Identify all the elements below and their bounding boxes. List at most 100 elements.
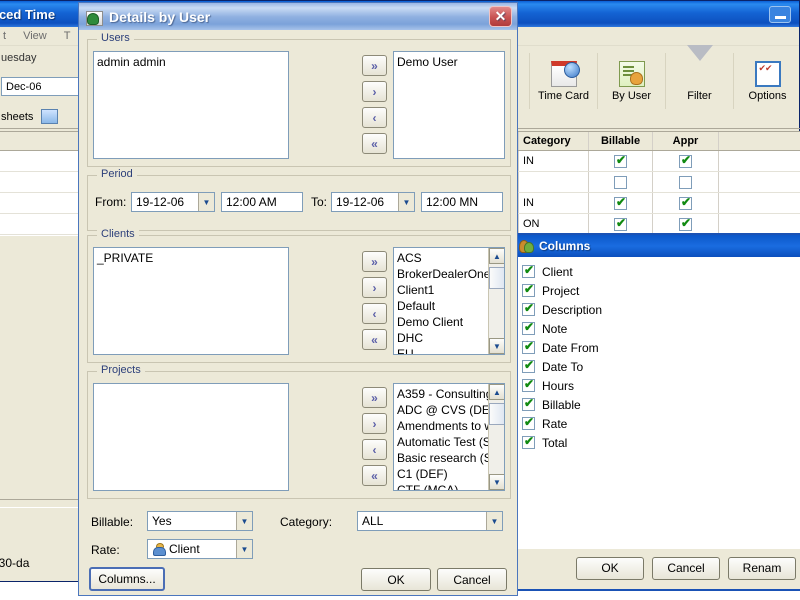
list-item[interactable]: ADC @ CVS (DEMO): [397, 402, 504, 418]
list-item[interactable]: Default: [397, 298, 487, 314]
users-available-list[interactable]: admin admin: [93, 51, 289, 159]
period-from-time-field[interactable]: 12:00 AM: [221, 192, 303, 212]
users-add-one-button[interactable]: ›: [362, 81, 387, 102]
minimize-button[interactable]: [769, 6, 791, 23]
list-item[interactable]: Basic research (SI): [397, 450, 499, 466]
column-item-client[interactable]: Client: [522, 262, 800, 281]
cell-approved[interactable]: [653, 151, 719, 171]
scrollbar-thumb[interactable]: [489, 403, 504, 425]
clients-remove-all-button[interactable]: «: [362, 329, 387, 350]
clients-available-list[interactable]: ACS BrokerDealerOne Client1 Default Demo…: [393, 247, 505, 355]
menu-item-0[interactable]: t: [3, 30, 6, 42]
list-item[interactable]: admin admin: [97, 54, 288, 70]
column-item-hours[interactable]: Hours: [522, 376, 800, 395]
projects-scrollbar[interactable]: ▲ ▼: [488, 384, 504, 490]
scroll-down-icon[interactable]: ▼: [489, 474, 504, 490]
column-item-description[interactable]: Description: [522, 300, 800, 319]
checkbox-billable[interactable]: [614, 153, 627, 168]
ok-button[interactable]: OK: [361, 568, 431, 591]
scroll-up-icon[interactable]: ▲: [489, 384, 504, 400]
period-to-date-combo[interactable]: 19-12-06 ▼: [331, 192, 415, 212]
list-item[interactable]: A359 - Consulting (EU): [397, 386, 504, 402]
column-item-rate[interactable]: Rate: [522, 414, 800, 433]
rate-combo[interactable]: Client ▼: [147, 539, 253, 559]
scroll-up-icon[interactable]: ▲: [489, 248, 504, 264]
checkbox-approved[interactable]: [679, 216, 692, 231]
checkbox-approved[interactable]: [679, 175, 692, 189]
period-from-date-combo[interactable]: 19-12-06 ▼: [131, 192, 215, 212]
columns-button[interactable]: Columns...: [89, 567, 165, 591]
calendar-icon[interactable]: [41, 109, 59, 124]
grid-header-category[interactable]: Category: [519, 132, 589, 150]
checkbox-date-to[interactable]: [522, 358, 535, 373]
users-add-all-button[interactable]: »: [362, 55, 387, 76]
projects-remove-all-button[interactable]: «: [362, 465, 387, 486]
columns-ok-button[interactable]: OK: [576, 556, 644, 580]
list-item[interactable]: Automatic Test (SI): [397, 434, 498, 450]
column-item-project[interactable]: Project: [522, 281, 800, 300]
menu-item-2[interactable]: T: [64, 30, 71, 42]
toolbar-button-by-user[interactable]: By User: [597, 53, 665, 109]
grid-header-billable[interactable]: Billable: [589, 132, 653, 150]
menu-item-view[interactable]: View: [23, 30, 47, 42]
users-selected-list[interactable]: Demo User: [393, 51, 505, 159]
clients-add-all-button[interactable]: »: [362, 251, 387, 272]
checkbox-total[interactable]: [522, 434, 535, 449]
checkbox-date-from[interactable]: [522, 339, 535, 354]
checkbox-approved[interactable]: [679, 153, 692, 168]
cell-billable[interactable]: [589, 172, 653, 192]
list-item[interactable]: BrokerDealerOne: [397, 266, 490, 282]
projects-selected-list[interactable]: [93, 383, 289, 491]
columns-cancel-button[interactable]: Cancel: [652, 556, 720, 580]
period-to-time-field[interactable]: 12:00 MN: [421, 192, 503, 212]
toolbar-button-options[interactable]: Options: [733, 53, 800, 109]
checkbox-billable[interactable]: [614, 216, 627, 231]
list-item[interactable]: _PRIVATE: [97, 250, 288, 266]
clients-selected-list[interactable]: _PRIVATE: [93, 247, 289, 355]
clients-scrollbar[interactable]: ▲ ▼: [488, 248, 504, 354]
toolbar-button-filter[interactable]: Filter: [665, 44, 733, 109]
checkbox-note[interactable]: [522, 320, 535, 335]
projects-add-all-button[interactable]: »: [362, 387, 387, 408]
close-icon[interactable]: ✕: [489, 6, 512, 27]
column-item-date-from[interactable]: Date From: [522, 338, 800, 357]
checkbox-client[interactable]: [522, 263, 535, 278]
list-item[interactable]: DHC: [397, 330, 487, 346]
cell-approved[interactable]: [653, 214, 719, 234]
checkbox-project[interactable]: [522, 282, 535, 297]
checkbox-hours[interactable]: [522, 377, 535, 392]
cell-billable[interactable]: [589, 193, 653, 213]
cell-approved[interactable]: [653, 172, 719, 192]
list-item[interactable]: Demo Client: [397, 314, 487, 330]
users-remove-all-button[interactable]: «: [362, 133, 387, 154]
list-item[interactable]: Client1: [397, 282, 487, 298]
clients-remove-one-button[interactable]: ‹: [362, 303, 387, 324]
list-item[interactable]: C1 (DEF): [397, 466, 487, 482]
clients-add-one-button[interactable]: ›: [362, 277, 387, 298]
list-item[interactable]: Demo User: [397, 54, 504, 70]
list-item[interactable]: ACS: [397, 250, 487, 266]
category-combo[interactable]: ALL ▼: [357, 511, 503, 531]
cancel-button[interactable]: Cancel: [437, 568, 507, 591]
projects-remove-one-button[interactable]: ‹: [362, 439, 387, 460]
column-item-billable[interactable]: Billable: [522, 395, 800, 414]
list-item[interactable]: CTF (MCA): [397, 482, 487, 490]
cell-billable[interactable]: [589, 214, 653, 234]
list-item[interactable]: Amendments to website (TOG): [397, 418, 504, 434]
checkbox-billable[interactable]: [614, 175, 627, 189]
checkbox-billable[interactable]: [522, 396, 535, 411]
toolbar-button-time-card[interactable]: Time Card: [529, 53, 597, 109]
scrollbar-thumb[interactable]: [489, 267, 504, 289]
checkbox-approved[interactable]: [679, 195, 692, 210]
projects-available-list[interactable]: A359 - Consulting (EU) ADC @ CVS (DEMO) …: [393, 383, 505, 491]
checkbox-rate[interactable]: [522, 415, 535, 430]
tab-timesheets[interactable]: sheets: [1, 111, 33, 123]
column-item-date-to[interactable]: Date To: [522, 357, 800, 376]
column-item-note[interactable]: Note: [522, 319, 800, 338]
scroll-down-icon[interactable]: ▼: [489, 338, 504, 354]
list-item[interactable]: EU: [397, 346, 487, 354]
checkbox-billable[interactable]: [614, 195, 627, 210]
grid-header-approved[interactable]: Appr: [653, 132, 719, 150]
column-item-total[interactable]: Total: [522, 433, 800, 452]
projects-add-one-button[interactable]: ›: [362, 413, 387, 434]
